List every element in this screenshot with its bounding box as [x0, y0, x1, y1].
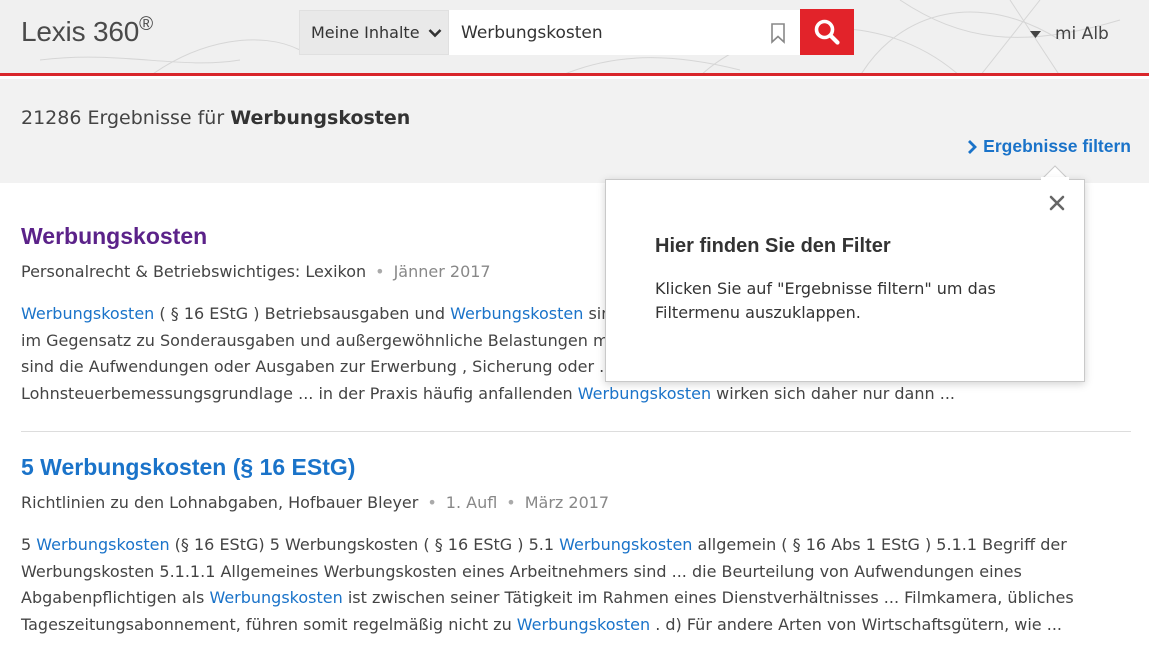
scope-select-value: Meine Inhalte	[311, 23, 420, 42]
popover-arrow-cover	[1041, 177, 1069, 181]
results-summary-band: 21286 Ergebnisse für Werbungskosten Erge…	[0, 79, 1149, 183]
snippet-text: wirken sich daher nur dann ...	[711, 383, 955, 403]
filter-results-label: Ergebnisse filtern	[983, 136, 1131, 156]
search-icon	[814, 19, 840, 45]
snippet-text: ist zwischen seiner Tätigkeit im Rahmen …	[342, 588, 1074, 607]
snippet-line: Abgabenpflichtigen als Werbungskosten is…	[21, 585, 1131, 612]
results-count: 21286 Ergebnisse für Werbungskosten	[21, 107, 410, 129]
result-title[interactable]: 5 Werbungskosten (§ 16 EStG)	[21, 454, 1131, 481]
highlighted-term-link[interactable]: Werbungskosten	[21, 304, 154, 323]
snippet-line: 5 Werbungskosten (§ 16 EStG) 5 Werbungsk…	[21, 532, 1131, 559]
result-snippet: 5 Werbungskosten (§ 16 EStG) 5 Werbungsk…	[21, 532, 1131, 638]
result-source: Personalrecht & Betriebswichtiges: Lexik…	[21, 262, 367, 281]
filter-results-link[interactable]: Ergebnisse filtern	[967, 136, 1131, 157]
chevron-down-icon	[428, 28, 442, 38]
snippet-line: Lohnsteuerbemessungsgrundlage ... in der…	[21, 381, 1131, 408]
user-menu[interactable]: mi Alb	[1030, 24, 1109, 44]
registered-mark: ®	[139, 14, 153, 35]
scope-select[interactable]: Meine Inhalte	[299, 10, 449, 55]
search-button[interactable]	[800, 9, 854, 55]
result-divider	[21, 431, 1131, 432]
filter-hint-popover: Hier finden Sie den Filter Klicken Sie a…	[605, 179, 1085, 382]
results-query: Werbungskosten	[230, 107, 411, 129]
result-meta: Richtlinien zu den Lohnabgaben, Hofbauer…	[21, 493, 1131, 512]
result-date: Jänner 2017	[393, 262, 491, 281]
snippet-text: 5	[21, 535, 37, 554]
result-source: Richtlinien zu den Lohnabgaben, Hofbauer…	[21, 493, 419, 512]
result-edition: 1. Aufl	[445, 493, 498, 512]
results-count-text: 21286 Ergebnisse für	[21, 107, 225, 129]
logo-text: Lexis 360	[21, 16, 140, 47]
snippet-line: Tageszeitungsabonnement, führen somit re…	[21, 612, 1131, 639]
snippet-text: ( § 16 EStG ) Betriebsausgaben und	[154, 304, 451, 323]
logo[interactable]: Lexis 360®	[21, 14, 153, 48]
snippet-line: Werbungskosten 5.1.1.1 Allgemeines Werbu…	[21, 559, 1131, 586]
popover-text: Klicken Sie auf "Ergebnisse filtern" um …	[655, 279, 996, 322]
snippet-text: Werbungskosten 5.1.1.1 Allgemeines Werbu…	[21, 561, 1022, 581]
search-input[interactable]	[449, 10, 800, 55]
highlighted-term-link[interactable]: Werbungskosten	[559, 535, 692, 554]
meta-separator: •	[375, 262, 385, 281]
chevron-right-icon	[967, 139, 978, 155]
close-icon[interactable]	[1049, 195, 1065, 211]
highlighted-term-link[interactable]: Werbungskosten	[450, 304, 583, 323]
snippet-text: Lohnsteuerbemessungsgrundlage ... in der…	[21, 383, 578, 403]
highlighted-term-link[interactable]: Werbungskosten	[578, 384, 711, 403]
top-header: Lexis 360® Meine Inhalte mi Alb	[0, 0, 1149, 76]
snippet-text: Abgabenpflichtigen als	[21, 588, 210, 607]
meta-separator: •	[506, 493, 516, 512]
highlighted-term-link[interactable]: Werbungskosten	[517, 615, 650, 634]
user-name: mi Alb	[1055, 24, 1109, 44]
meta-separator: •	[427, 493, 437, 512]
snippet-text: Tageszeitungsabonnement, führen somit re…	[21, 614, 517, 634]
caret-down-icon	[1030, 30, 1041, 38]
bookmark-icon[interactable]	[769, 22, 787, 44]
popover-title: Hier finden Sie den Filter	[655, 235, 891, 257]
search-result: 5 Werbungskosten (§ 16 EStG) Richtlinien…	[21, 454, 1131, 638]
snippet-text: allgemein ( § 16 Abs 1 EStG ) 5.1.1 Begr…	[692, 535, 1067, 554]
highlighted-term-link[interactable]: Werbungskosten	[209, 588, 342, 607]
highlighted-term-link[interactable]: Werbungskosten	[36, 535, 169, 554]
result-date: März 2017	[524, 493, 610, 512]
snippet-text: . d) Für andere Arten von Wirtschaftsgüt…	[650, 614, 1062, 634]
snippet-text: (§ 16 EStG) 5 Werbungskosten ( § 16 EStG…	[169, 535, 560, 554]
